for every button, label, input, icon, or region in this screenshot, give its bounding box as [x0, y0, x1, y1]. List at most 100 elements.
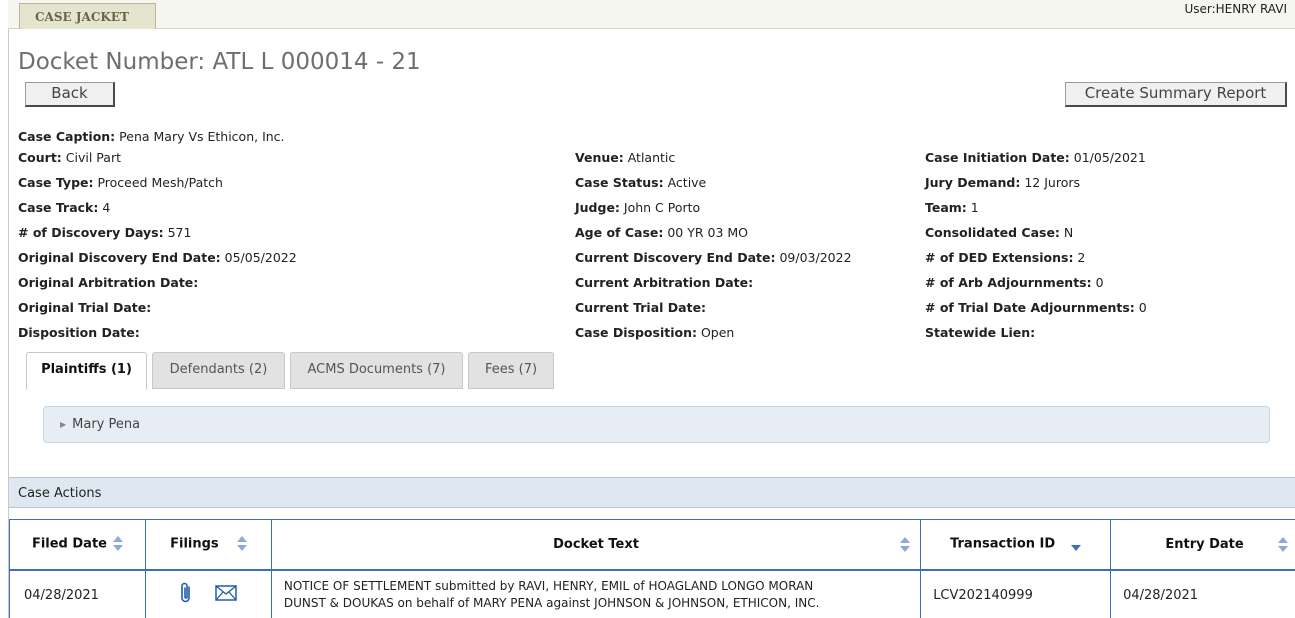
case-field-value: Active: [663, 175, 707, 190]
sort-icon[interactable]: [236, 536, 247, 552]
case-field: Disposition Date:: [18, 325, 140, 340]
case-field: Case Type: Proceed Mesh/Patch: [18, 175, 223, 190]
case-field: Consolidated Case: N: [925, 225, 1073, 240]
case-field-label: Consolidated Case:: [925, 225, 1060, 240]
case-field-value: 01/05/2021: [1069, 150, 1146, 165]
case-field-label: # of Arb Adjournments:: [925, 275, 1092, 290]
case-field-label: # of Trial Date Adjournments:: [925, 300, 1135, 315]
case-field-value: N: [1059, 225, 1074, 240]
docket-text-line: DUNST & DOUKAS on behalf of MARY PENA ag…: [283, 596, 820, 610]
sort-descending-icon[interactable]: [1071, 536, 1082, 552]
case-field: Current Arbitration Date:: [575, 275, 753, 290]
case-field-label: Original Discovery End Date:: [18, 250, 221, 265]
case-field: # of Trial Date Adjournments: 0: [925, 300, 1147, 315]
column-header-filings[interactable]: Filings: [144, 519, 272, 571]
tab-defendants[interactable]: Defendants (2): [152, 352, 285, 389]
case-field: # of Arb Adjournments: 0: [925, 275, 1104, 290]
top-bar: CASE JACKET User:HENRY RAVI: [8, 0, 1295, 29]
tab-plaintiffs[interactable]: Plaintiffs (1): [26, 352, 147, 390]
case-field: Original Discovery End Date: 05/05/2022: [18, 250, 297, 265]
case-field-label: Current Discovery End Date:: [575, 250, 776, 265]
plaintiff-name: Mary Pena: [72, 417, 141, 432]
case-field-label: Current Trial Date:: [575, 300, 707, 315]
case-actions-table: Filed Date Filings Docket Text Transacti…: [9, 519, 1295, 618]
case-field-value: Proceed Mesh/Patch: [93, 175, 223, 190]
transaction-id-cell: LCV202140999: [920, 569, 1112, 618]
entry-date-header-label: Entry Date: [1165, 536, 1244, 552]
case-field: Original Arbitration Date:: [18, 275, 198, 290]
user-label: User:HENRY RAVI: [1184, 2, 1287, 16]
case-field: Court: Civil Part: [18, 150, 121, 165]
filings-cell: [144, 569, 272, 618]
case-field-label: Judge:: [575, 200, 620, 215]
case-field: Venue: Atlantic: [575, 150, 675, 165]
case-field-label: Case Type:: [18, 175, 94, 190]
column-header-filed-date[interactable]: Filed Date: [9, 519, 146, 571]
create-summary-report-button[interactable]: Create Summary Report: [1065, 82, 1287, 107]
column-header-entry-date[interactable]: Entry Date: [1110, 519, 1295, 571]
sort-icon[interactable]: [1278, 537, 1288, 553]
case-field: # of DED Extensions: 2: [925, 250, 1085, 265]
case-field: Jury Demand: 12 Jurors: [925, 175, 1080, 190]
case-field: Judge: John C Porto: [575, 200, 700, 215]
case-field-label: Disposition Date:: [18, 325, 140, 340]
case-actions-header: Case Actions: [9, 477, 1295, 508]
case-field-label: Case Initiation Date:: [925, 150, 1070, 165]
case-field-label: # of DED Extensions:: [925, 250, 1074, 265]
case-field-label: Case Disposition:: [575, 325, 697, 340]
case-field-value: 05/05/2022: [220, 250, 297, 265]
paperclip-icon[interactable]: [179, 581, 193, 609]
case-field: Statewide Lien:: [925, 325, 1035, 340]
filed-date-cell: 04/28/2021: [9, 569, 146, 618]
case-field-label: Court:: [18, 150, 62, 165]
case-field-value: 4: [98, 200, 111, 215]
case-field-value: 12 Jurors: [1020, 175, 1081, 190]
docket-text-header-label: Docket Text: [553, 536, 639, 552]
case-jacket-tab[interactable]: CASE JACKET: [19, 3, 156, 29]
case-field-label: # of Discovery Days:: [18, 225, 164, 240]
table-row: 04/28/2021 NOTICE OF SETTLEMENT submitte…: [9, 569, 1295, 618]
expand-arrow-icon[interactable]: ▶: [60, 420, 66, 429]
envelope-icon[interactable]: [215, 585, 238, 605]
transaction-id-header-label: Transaction ID: [950, 536, 1056, 552]
tab-acms-documents[interactable]: ACMS Documents (7): [290, 352, 463, 389]
docket-text-cell: NOTICE OF SETTLEMENT submitted by RAVI, …: [270, 569, 922, 618]
filed-date-header-label: Filed Date: [31, 536, 107, 552]
case-field: # of Discovery Days: 571: [18, 225, 191, 240]
case-field-label: Original Trial Date:: [18, 300, 152, 315]
case-caption: Case Caption: Pena Mary Vs Ethicon, Inc.: [18, 129, 285, 144]
case-field-label: Statewide Lien:: [925, 325, 1036, 340]
plaintiff-item[interactable]: ▶ Mary Pena: [43, 406, 1270, 443]
case-field-value: John C Porto: [619, 200, 701, 215]
column-header-docket-text[interactable]: Docket Text: [270, 519, 922, 571]
sort-icon[interactable]: [900, 537, 911, 553]
case-field-value: 09/03/2022: [775, 250, 852, 265]
case-field: Original Trial Date:: [18, 300, 151, 315]
case-field-label: Venue:: [575, 150, 624, 165]
case-field: Team: 1: [925, 200, 979, 215]
case-field-value: 2: [1073, 250, 1086, 265]
back-button[interactable]: Back: [25, 82, 115, 107]
case-field: Current Trial Date:: [575, 300, 706, 315]
sort-icon[interactable]: [112, 536, 123, 552]
case-field-label: Current Arbitration Date:: [575, 275, 754, 290]
column-header-transaction-id[interactable]: Transaction ID: [920, 519, 1112, 571]
filings-header-label: Filings: [170, 536, 219, 552]
case-field-value: 00 YR 03 MO: [663, 225, 749, 240]
case-field-label: Team:: [925, 200, 967, 215]
docket-text-line: NOTICE OF SETTLEMENT submitted by RAVI, …: [283, 579, 814, 593]
case-field-label: Original Arbitration Date:: [18, 275, 199, 290]
tab-fees[interactable]: Fees (7): [468, 352, 554, 389]
case-field-value: Open: [697, 325, 735, 340]
case-field: Current Discovery End Date: 09/03/2022: [575, 250, 852, 265]
case-field-value: 1: [966, 200, 979, 215]
case-field: Case Status: Active: [575, 175, 706, 190]
case-field: Case Track: 4: [18, 200, 110, 215]
case-field-label: Jury Demand:: [925, 175, 1021, 190]
case-field-value: Atlantic: [623, 150, 676, 165]
case-field-label: Age of Case:: [575, 225, 664, 240]
entry-date-cell: 04/28/2021: [1110, 569, 1295, 618]
case-caption-label: Case Caption:: [18, 129, 116, 144]
case-field: Case Initiation Date: 01/05/2021: [925, 150, 1146, 165]
case-field-label: Case Status:: [575, 175, 664, 190]
